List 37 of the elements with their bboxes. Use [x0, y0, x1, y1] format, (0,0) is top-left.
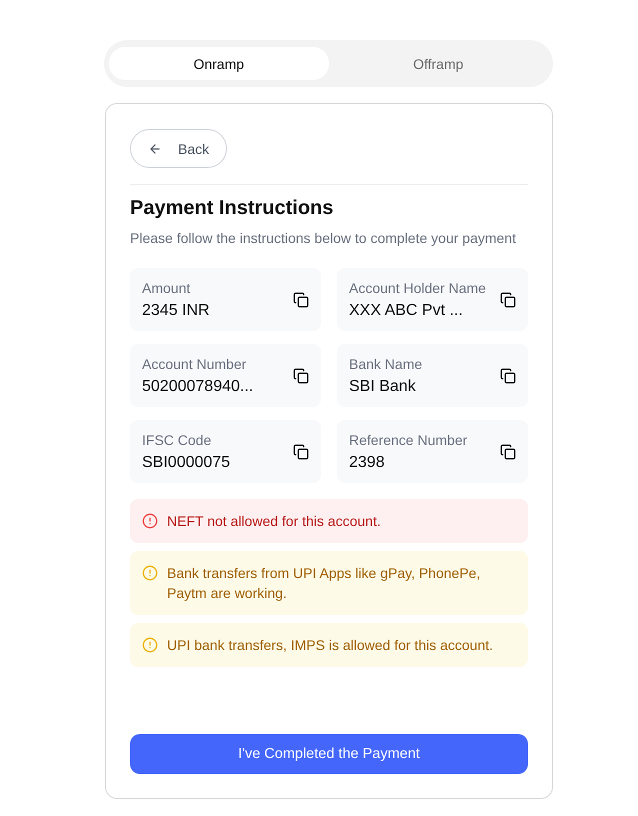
alert-text: NEFT not allowed for this account.	[167, 512, 381, 531]
copy-icon	[293, 292, 309, 308]
complete-payment-button[interactable]: I've Completed the Payment	[130, 734, 528, 774]
field-label: Account Number	[142, 354, 248, 372]
field-value: 2398	[349, 452, 386, 472]
arrow-left-icon	[148, 142, 162, 156]
back-button[interactable]: Back	[130, 129, 228, 168]
copy-icon	[500, 368, 516, 384]
field-label: Bank Name	[349, 354, 422, 372]
tab[interactable]: Onramp	[109, 47, 328, 80]
field-value: 2345 INR	[142, 300, 210, 320]
alert-icon	[142, 513, 158, 529]
copy-button[interactable]	[293, 368, 309, 384]
tab[interactable]: Offramp	[328, 47, 548, 80]
alert-icon	[142, 565, 158, 581]
alert-icon	[142, 637, 158, 653]
instructions-text: Please follow the instructions below to complete your payment	[130, 229, 517, 248]
copy-icon	[293, 444, 309, 460]
field-label: Reference Number	[349, 430, 468, 448]
field-value: XXX ABC Pvt ...	[349, 300, 464, 320]
copy-icon	[500, 292, 516, 308]
copy-button[interactable]	[500, 444, 516, 460]
field-value: SBI Bank	[349, 376, 417, 396]
field-label: IFSC Code	[142, 430, 212, 448]
copy-button[interactable]	[293, 444, 309, 460]
copy-button[interactable]	[293, 292, 309, 308]
copy-button[interactable]	[500, 368, 516, 384]
page-title: Payment Instructions	[130, 197, 334, 220]
copy-icon	[293, 368, 309, 384]
copy-button[interactable]	[500, 292, 516, 308]
field-value: 50200078940...	[142, 376, 254, 396]
alert-text: Bank transfers from UPI Apps like gPay, PhonePe, Paytm are working.	[167, 564, 482, 603]
alert-text: UPI bank transfers, IMPS is allowed for this account.	[167, 636, 494, 655]
field-label: Account Holder Name	[349, 278, 486, 296]
copy-icon	[500, 444, 516, 460]
field-label: Amount	[142, 278, 192, 296]
field-value: SBI0000075	[142, 452, 230, 472]
